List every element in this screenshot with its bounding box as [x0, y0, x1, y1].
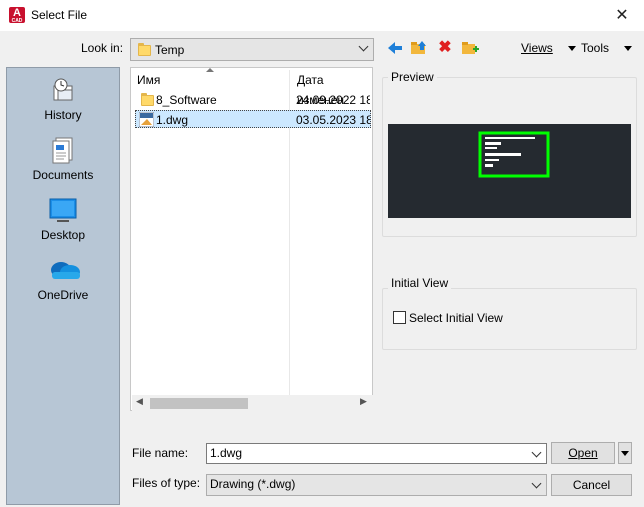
chevron-down-icon: [531, 478, 542, 489]
desktop-icon: [48, 196, 78, 224]
file-list[interactable]: Имя Дата изменен 8_Software 24.09.2022 1…: [130, 67, 373, 411]
preview-label: Preview: [388, 70, 437, 84]
column-header-name[interactable]: Имя: [137, 70, 160, 90]
delete-icon[interactable]: ✖: [436, 39, 454, 57]
tools-menu[interactable]: Tools: [581, 41, 633, 55]
caret-down-icon: [621, 451, 629, 457]
list-item[interactable]: 8_Software 24.09.2022 18:2: [135, 91, 371, 109]
title-bar: A CAD Select File ✕: [0, 0, 644, 31]
file-type-label: Files of type:: [132, 476, 201, 490]
chevron-down-icon[interactable]: [531, 447, 542, 458]
caret-down-icon: [624, 46, 633, 52]
look-in-dropdown[interactable]: Temp: [130, 38, 374, 61]
history-icon: [48, 76, 78, 104]
look-in-label: Look in:: [81, 41, 124, 55]
file-type-dropdown[interactable]: Drawing (*.dwg): [206, 474, 547, 496]
sort-ascending-icon: [206, 68, 214, 72]
places-item-history[interactable]: History: [7, 76, 119, 122]
folder-icon: [141, 93, 154, 106]
scroll-right-icon[interactable]: ▶: [360, 396, 367, 407]
caret-down-icon: [568, 46, 577, 52]
select-initial-view-checkbox[interactable]: [393, 311, 406, 324]
places-item-desktop[interactable]: Desktop: [7, 196, 119, 242]
horizontal-scrollbar[interactable]: ◀ ▶: [132, 395, 373, 411]
cancel-button[interactable]: Cancel: [551, 474, 632, 496]
up-folder-icon[interactable]: [410, 39, 428, 57]
window-title: Select File: [31, 8, 88, 22]
close-icon[interactable]: ✕: [600, 0, 644, 31]
scroll-left-icon[interactable]: ◀: [136, 396, 143, 407]
new-folder-icon[interactable]: [461, 39, 479, 57]
back-arrow-icon[interactable]: [386, 39, 404, 57]
folder-icon: [138, 43, 151, 56]
open-button[interactable]: Open: [551, 442, 615, 464]
onedrive-icon: [48, 256, 80, 284]
look-in-value: Temp: [155, 43, 185, 57]
file-name-label: File name:: [132, 446, 189, 460]
column-header-date[interactable]: Дата изменен: [297, 70, 372, 107]
views-menu[interactable]: Views: [521, 41, 577, 55]
dwg-file-icon: [138, 111, 155, 132]
chevron-down-icon: [358, 41, 369, 52]
places-bar: History Documents Desktop OneDrive: [6, 67, 120, 505]
select-initial-view-label: Select Initial View: [409, 311, 503, 325]
autocad-app-icon: A CAD: [9, 7, 25, 24]
documents-icon: [48, 136, 78, 164]
file-name-input[interactable]: 1.dwg: [206, 443, 547, 464]
list-item[interactable]: 1.dwg 03.05.2023 18:2: [135, 110, 371, 128]
drawing-preview-image: [388, 124, 631, 218]
open-options-button[interactable]: [618, 442, 632, 464]
places-item-onedrive[interactable]: OneDrive: [7, 256, 119, 302]
initial-view-label: Initial View: [388, 276, 452, 290]
scrollbar-thumb[interactable]: [150, 398, 248, 409]
places-item-documents[interactable]: Documents: [7, 136, 119, 182]
